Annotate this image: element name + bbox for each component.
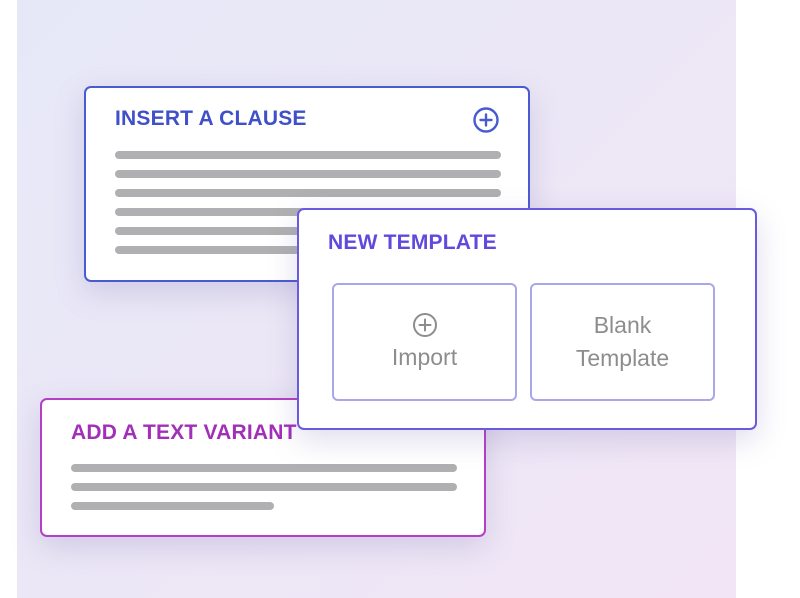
add-clause-button[interactable] <box>472 106 500 134</box>
placeholder-text-line <box>115 189 501 197</box>
illustration-stage: INSERT A CLAUSE ADD A TEXT VARIANT NEW T… <box>0 0 800 598</box>
text-variant-title: ADD A TEXT VARIANT <box>71 421 297 444</box>
new-template-card: NEW TEMPLATE Import Blank Template <box>297 208 757 430</box>
placeholder-text-line <box>71 483 457 491</box>
placeholder-text-line <box>115 170 501 178</box>
placeholder-text-line <box>71 464 457 472</box>
placeholder-text-line <box>115 151 501 159</box>
blank-template-option-button[interactable]: Blank Template <box>530 283 715 401</box>
blank-template-label-line1: Blank <box>593 312 652 338</box>
blank-template-label-line2: Template <box>575 345 670 371</box>
import-option-button[interactable]: Import <box>332 283 517 401</box>
import-option-label: Import <box>391 343 458 370</box>
new-template-title: NEW TEMPLATE <box>328 231 497 254</box>
placeholder-text-line <box>71 502 274 510</box>
plus-circle-icon <box>473 107 499 133</box>
insert-clause-title: INSERT A CLAUSE <box>115 107 307 130</box>
plus-circle-icon <box>412 312 437 337</box>
